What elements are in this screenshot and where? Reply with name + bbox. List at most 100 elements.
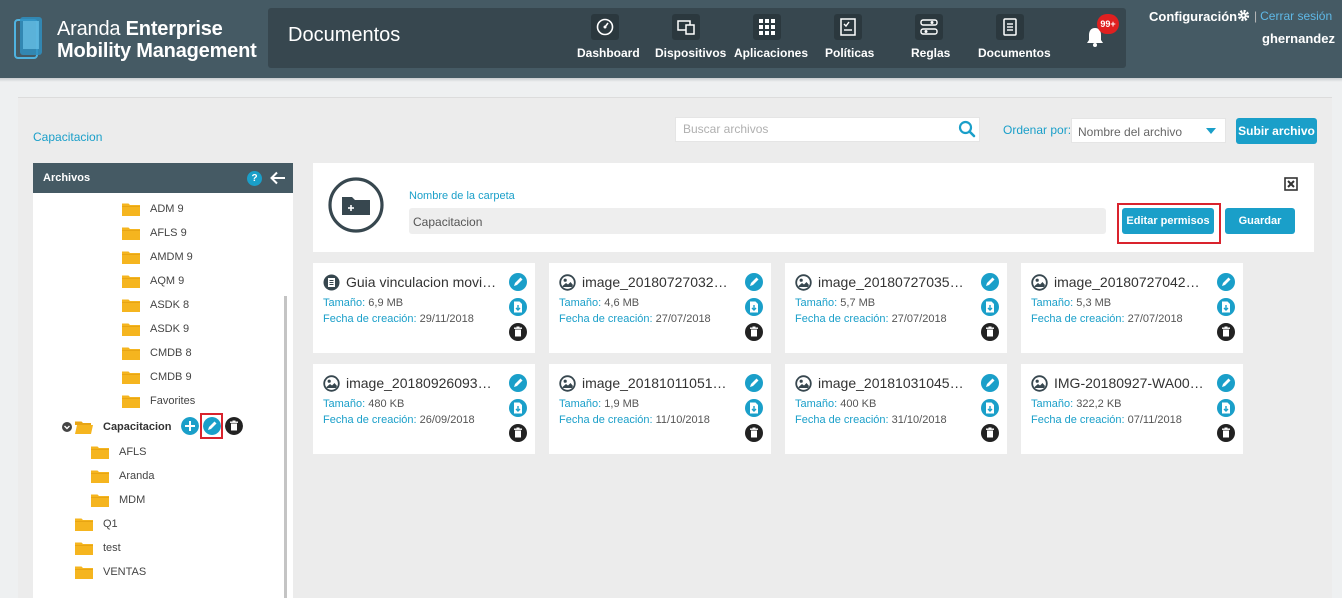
file-name[interactable]: Guia vinculacion movile... bbox=[346, 274, 498, 290]
tree-folder[interactable]: test bbox=[75, 540, 225, 560]
file-size: Tamaño: 322,2 KB bbox=[1031, 398, 1122, 410]
config-link[interactable]: Configuración bbox=[1149, 9, 1237, 24]
tree-subfolder[interactable]: MDM bbox=[91, 492, 241, 512]
search-icon[interactable] bbox=[958, 120, 976, 138]
file-date: Fecha de creación: 26/09/2018 bbox=[323, 414, 475, 426]
add-folder-button[interactable] bbox=[181, 417, 199, 435]
file-card[interactable]: image_2018072704291... Tamaño: 5,3 MB Fech… bbox=[1021, 263, 1243, 353]
close-icon[interactable] bbox=[1284, 177, 1298, 191]
delete-file-button[interactable] bbox=[1217, 323, 1235, 341]
upload-file-button[interactable]: Subir archivo bbox=[1236, 118, 1317, 144]
tree-subfolder[interactable]: Aranda bbox=[91, 468, 241, 488]
file-size-label: Tamaño: bbox=[795, 398, 838, 410]
arrow-left-icon[interactable] bbox=[270, 171, 286, 185]
file-card[interactable]: image_2018103104545... Tamaño: 400 KB Fech… bbox=[785, 364, 1007, 454]
chevron-down-icon[interactable] bbox=[62, 422, 72, 432]
file-date-value: 26/09/2018 bbox=[419, 414, 475, 426]
file-date: Fecha de creación: 27/07/2018 bbox=[1031, 313, 1183, 325]
download-file-button[interactable] bbox=[981, 298, 999, 316]
delete-file-button[interactable] bbox=[745, 424, 763, 442]
file-name[interactable]: image_2018072704291... bbox=[1054, 274, 1206, 290]
help-icon[interactable]: ? bbox=[247, 171, 262, 186]
file-name[interactable]: image_2018072703211... bbox=[582, 274, 734, 290]
tree-folder[interactable]: ADM 9 bbox=[122, 201, 272, 221]
image-file-icon bbox=[559, 375, 576, 392]
download-file-button[interactable] bbox=[981, 399, 999, 417]
file-card[interactable]: image_2018101105142... Tamaño: 1,9 MB Fech… bbox=[549, 364, 771, 454]
tree-folder[interactable]: CMDB 8 bbox=[122, 345, 272, 365]
tree-subfolder[interactable]: AFLS bbox=[91, 444, 241, 464]
edit-file-button[interactable] bbox=[981, 273, 999, 291]
file-name[interactable]: image_2018072703555... bbox=[818, 274, 970, 290]
tree-folder[interactable]: ASDK 9 bbox=[122, 321, 272, 341]
delete-folder-button[interactable] bbox=[225, 417, 243, 435]
edit-file-button[interactable] bbox=[1217, 273, 1235, 291]
tree-folder[interactable]: AQM 9 bbox=[122, 273, 272, 293]
search-input[interactable] bbox=[683, 122, 953, 136]
nav-documentos[interactable]: Documentos bbox=[978, 14, 1051, 64]
tree-folder[interactable]: VENTAS bbox=[75, 564, 225, 584]
tree-folder[interactable]: Q1 bbox=[75, 516, 225, 536]
breadcrumb[interactable]: Capacitacion bbox=[33, 130, 102, 144]
delete-file-button[interactable] bbox=[509, 323, 527, 341]
logout-link[interactable]: | Cerrar sesión bbox=[1254, 9, 1332, 23]
edit-file-button[interactable] bbox=[745, 374, 763, 392]
edit-file-button[interactable] bbox=[745, 273, 763, 291]
delete-file-button[interactable] bbox=[509, 424, 527, 442]
file-size-value: 5,7 MB bbox=[840, 297, 876, 309]
folder-icon bbox=[122, 227, 140, 240]
file-size: Tamaño: 4,6 MB bbox=[559, 297, 639, 309]
nav-dashboard[interactable]: Dashboard bbox=[577, 14, 640, 64]
file-name[interactable]: image_2018092609354... bbox=[346, 375, 498, 391]
nav-politicas[interactable]: Políticas bbox=[825, 14, 874, 64]
image-file-icon bbox=[1031, 274, 1048, 291]
file-name[interactable]: image_2018101105142... bbox=[582, 375, 734, 391]
tree-folder[interactable]: AFLS 9 bbox=[122, 225, 272, 245]
document-file-icon bbox=[323, 274, 340, 291]
file-card[interactable]: image_2018092609354... Tamaño: 480 KB Fech… bbox=[313, 364, 535, 454]
folder-label: Capacitacion bbox=[103, 421, 172, 433]
delete-file-button[interactable] bbox=[1217, 424, 1235, 442]
nav-reglas[interactable]: Reglas bbox=[911, 14, 950, 64]
tree-folder[interactable]: CMDB 9 bbox=[122, 369, 272, 389]
delete-file-button[interactable] bbox=[745, 323, 763, 341]
gear-icon[interactable] bbox=[1237, 9, 1250, 22]
folder-tree-scrollbar[interactable] bbox=[284, 296, 287, 598]
folder-icon bbox=[122, 395, 140, 408]
file-name[interactable]: IMG-20180927-WA0006... bbox=[1054, 375, 1206, 391]
folder-name-input[interactable]: Capacitacion bbox=[409, 208, 1106, 234]
folder-label: Favorites bbox=[150, 395, 196, 407]
save-button[interactable]: Guardar bbox=[1225, 208, 1295, 234]
file-card[interactable]: IMG-20180927-WA0006... Tamaño: 322,2 KB Fe… bbox=[1021, 364, 1243, 454]
download-file-button[interactable] bbox=[509, 399, 527, 417]
file-card[interactable]: Guia vinculacion movile... Tamaño: 6,9 MB… bbox=[313, 263, 535, 353]
tree-folder[interactable]: Favorites bbox=[122, 393, 272, 413]
file-name[interactable]: image_2018103104545... bbox=[818, 375, 970, 391]
edit-file-button[interactable] bbox=[509, 273, 527, 291]
delete-file-button[interactable] bbox=[981, 424, 999, 442]
folder-icon bbox=[122, 299, 140, 312]
edit-file-button[interactable] bbox=[509, 374, 527, 392]
file-card[interactable]: image_2018072703555... Tamaño: 5,7 MB Fech… bbox=[785, 263, 1007, 353]
file-card[interactable]: image_2018072703211... Tamaño: 4,6 MB Fech… bbox=[549, 263, 771, 353]
download-file-button[interactable] bbox=[745, 298, 763, 316]
folder-icon bbox=[122, 203, 140, 216]
file-date: Fecha de creación: 29/11/2018 bbox=[323, 313, 474, 325]
download-file-button[interactable] bbox=[745, 399, 763, 417]
nav-dispositivos[interactable]: Dispositivos bbox=[655, 14, 726, 64]
nav-aplicaciones[interactable]: Aplicaciones bbox=[734, 14, 808, 64]
sort-select-value: Nombre del archivo bbox=[1078, 125, 1183, 139]
download-file-button[interactable] bbox=[1217, 399, 1235, 417]
tree-folder[interactable]: AMDM 9 bbox=[122, 249, 272, 269]
aranda-logo-icon bbox=[14, 17, 42, 59]
file-date-value: 07/11/2018 bbox=[1127, 414, 1182, 426]
sort-select[interactable]: Nombre del archivo bbox=[1071, 118, 1226, 143]
module-title: Documentos bbox=[288, 24, 401, 46]
delete-file-button[interactable] bbox=[981, 323, 999, 341]
tree-folder[interactable]: ASDK 8 bbox=[122, 297, 272, 317]
edit-file-button[interactable] bbox=[981, 374, 999, 392]
edit-file-button[interactable] bbox=[1217, 374, 1235, 392]
top-bar-shadow bbox=[0, 78, 1342, 82]
download-file-button[interactable] bbox=[1217, 298, 1235, 316]
download-file-button[interactable] bbox=[509, 298, 527, 316]
